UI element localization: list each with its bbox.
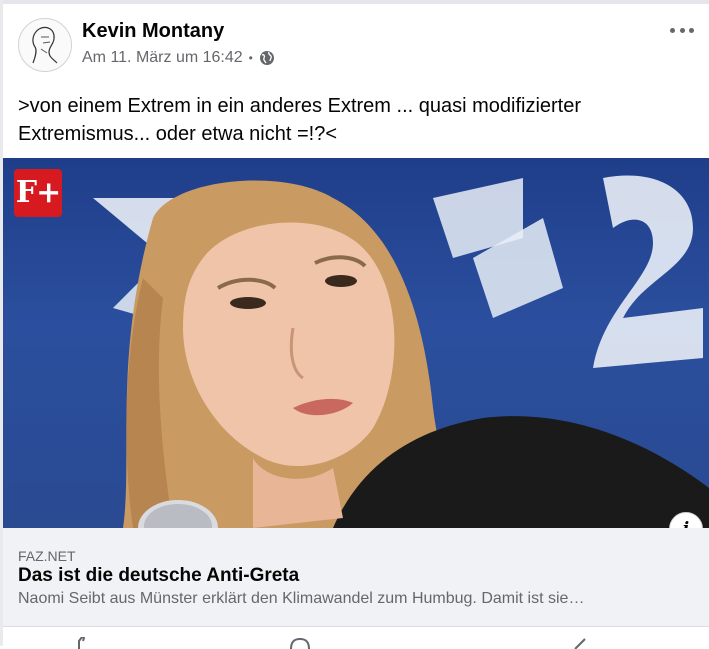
- author-name[interactable]: Kevin Montany: [82, 20, 224, 43]
- like-icon[interactable]: [71, 637, 93, 649]
- post-timestamp[interactable]: Am 11. März um 16:42: [82, 49, 243, 67]
- share-icon[interactable]: [571, 637, 593, 649]
- more-dot: [670, 27, 675, 33]
- meta-separator: •: [248, 51, 253, 65]
- comment-icon[interactable]: [289, 637, 311, 649]
- top-border: [0, 0, 709, 4]
- faz-plus-badge: F+: [14, 169, 62, 217]
- link-domain: FAZ.NET: [18, 548, 76, 564]
- globe-icon: [259, 50, 275, 66]
- link-title[interactable]: Das ist die deutsche Anti-Greta: [18, 565, 299, 587]
- link-description: Naomi Seibt aus Münster erklärt den Klim…: [18, 590, 585, 607]
- more-dot: [689, 27, 694, 33]
- post-text: >von einem Extrem in ein anderes Extrem …: [18, 95, 582, 145]
- action-bar: [3, 626, 709, 649]
- link-preview-image[interactable]: F+: [3, 158, 709, 528]
- more-options-icon[interactable]: [670, 24, 694, 36]
- more-dot: [679, 27, 685, 33]
- link-preview-box[interactable]: FAZ.NET Das ist die deutsche Anti-Greta …: [3, 528, 709, 626]
- post-meta: Am 11. März um 16:42 •: [82, 49, 275, 67]
- avatar[interactable]: [18, 18, 72, 72]
- post-header: Kevin Montany Am 11. März um 16:42 •: [18, 18, 698, 76]
